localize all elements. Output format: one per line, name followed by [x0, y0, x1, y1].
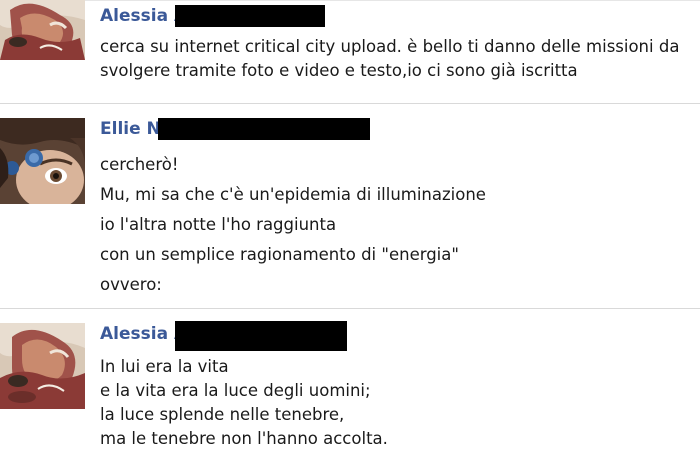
avatar-ellie[interactable] — [0, 118, 85, 204]
comment-line: Mu, mi sa che c'è un'epidemia di illumin… — [100, 185, 486, 204]
profile-photo-alessia-icon — [0, 0, 85, 60]
comment-line: svolgere tramite foto e video e testo,io… — [100, 61, 578, 80]
comment-line: ma le tenebre non l'hanno accolta. — [100, 429, 388, 448]
avatar-alessia[interactable] — [0, 0, 85, 60]
comment-line: la luce splende nelle tenebre, — [100, 405, 345, 424]
comment-text: In lui era la vita e la vita era la luce… — [100, 355, 388, 451]
comment-line: io l'altra notte l'ho raggiunta — [100, 215, 337, 234]
redaction-bar — [175, 5, 325, 27]
profile-photo-alessia-icon — [0, 323, 85, 409]
comment-line: In lui era la vita — [100, 357, 229, 376]
comment-line: cercherò! — [100, 155, 179, 174]
comment-line: e la vita era la luce degli uomini; — [100, 381, 371, 400]
profile-photo-ellie-icon — [0, 118, 85, 204]
comment-line: ovvero: — [100, 275, 162, 294]
comment-text: cerca su internet critical city upload. … — [100, 35, 679, 83]
comment-1: Alessia A cerca su internet critical cit… — [0, 0, 700, 103]
author-name[interactable]: Ellie N — [100, 118, 161, 140]
avatar-alessia[interactable] — [0, 323, 85, 409]
comment-3: Alessia A In lui era la vita e la vita e… — [0, 309, 700, 463]
redaction-bar — [175, 321, 347, 351]
comment-line: con un semplice ragionamento di "energia… — [100, 245, 459, 264]
author-row: Ellie N — [100, 118, 161, 140]
comment-line: cerca su internet critical city upload. … — [100, 37, 680, 56]
comment-2: Ellie N cercherò! Mu, mi sa che c'è un'e… — [0, 104, 700, 308]
redaction-bar — [158, 118, 370, 140]
comment-text: cercherò! Mu, mi sa che c'è un'epidemia … — [100, 150, 486, 300]
